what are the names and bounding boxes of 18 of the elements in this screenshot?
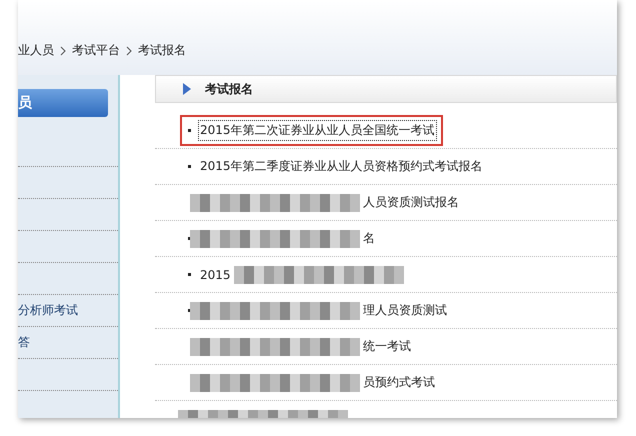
exam-link[interactable]: 人员资质测试报名	[363, 194, 459, 211]
panel-title: 考试报名	[205, 80, 253, 98]
exam-link[interactable]: 员预约式考试	[363, 374, 435, 391]
exam-link[interactable]: 2015年第二季度证券业从业人员资格预约式考试报名	[200, 158, 483, 175]
exam-link[interactable]: 统一考试	[363, 338, 411, 355]
exam-link[interactable]: 2015	[200, 268, 231, 282]
exam-link[interactable]: 理人员资质测试	[363, 302, 447, 319]
breadcrumb-link[interactable]: 考试报名	[138, 42, 186, 59]
sidebar-item[interactable]: 分析师考试	[18, 302, 78, 319]
exam-link[interactable]: 名	[363, 230, 375, 247]
triangle-icon	[183, 83, 191, 95]
breadcrumb-link[interactable]: 业人员	[18, 42, 54, 59]
sidebar-item[interactable]: 答	[18, 334, 30, 351]
chevron-icon	[126, 46, 132, 56]
chevron-icon	[60, 46, 66, 56]
exam-link[interactable]: 2015年第二次证券业从业人员全国统一考试	[200, 122, 435, 139]
breadcrumb-link[interactable]: 考试平台	[72, 42, 120, 59]
sidebar-button[interactable]: 员	[18, 89, 108, 117]
